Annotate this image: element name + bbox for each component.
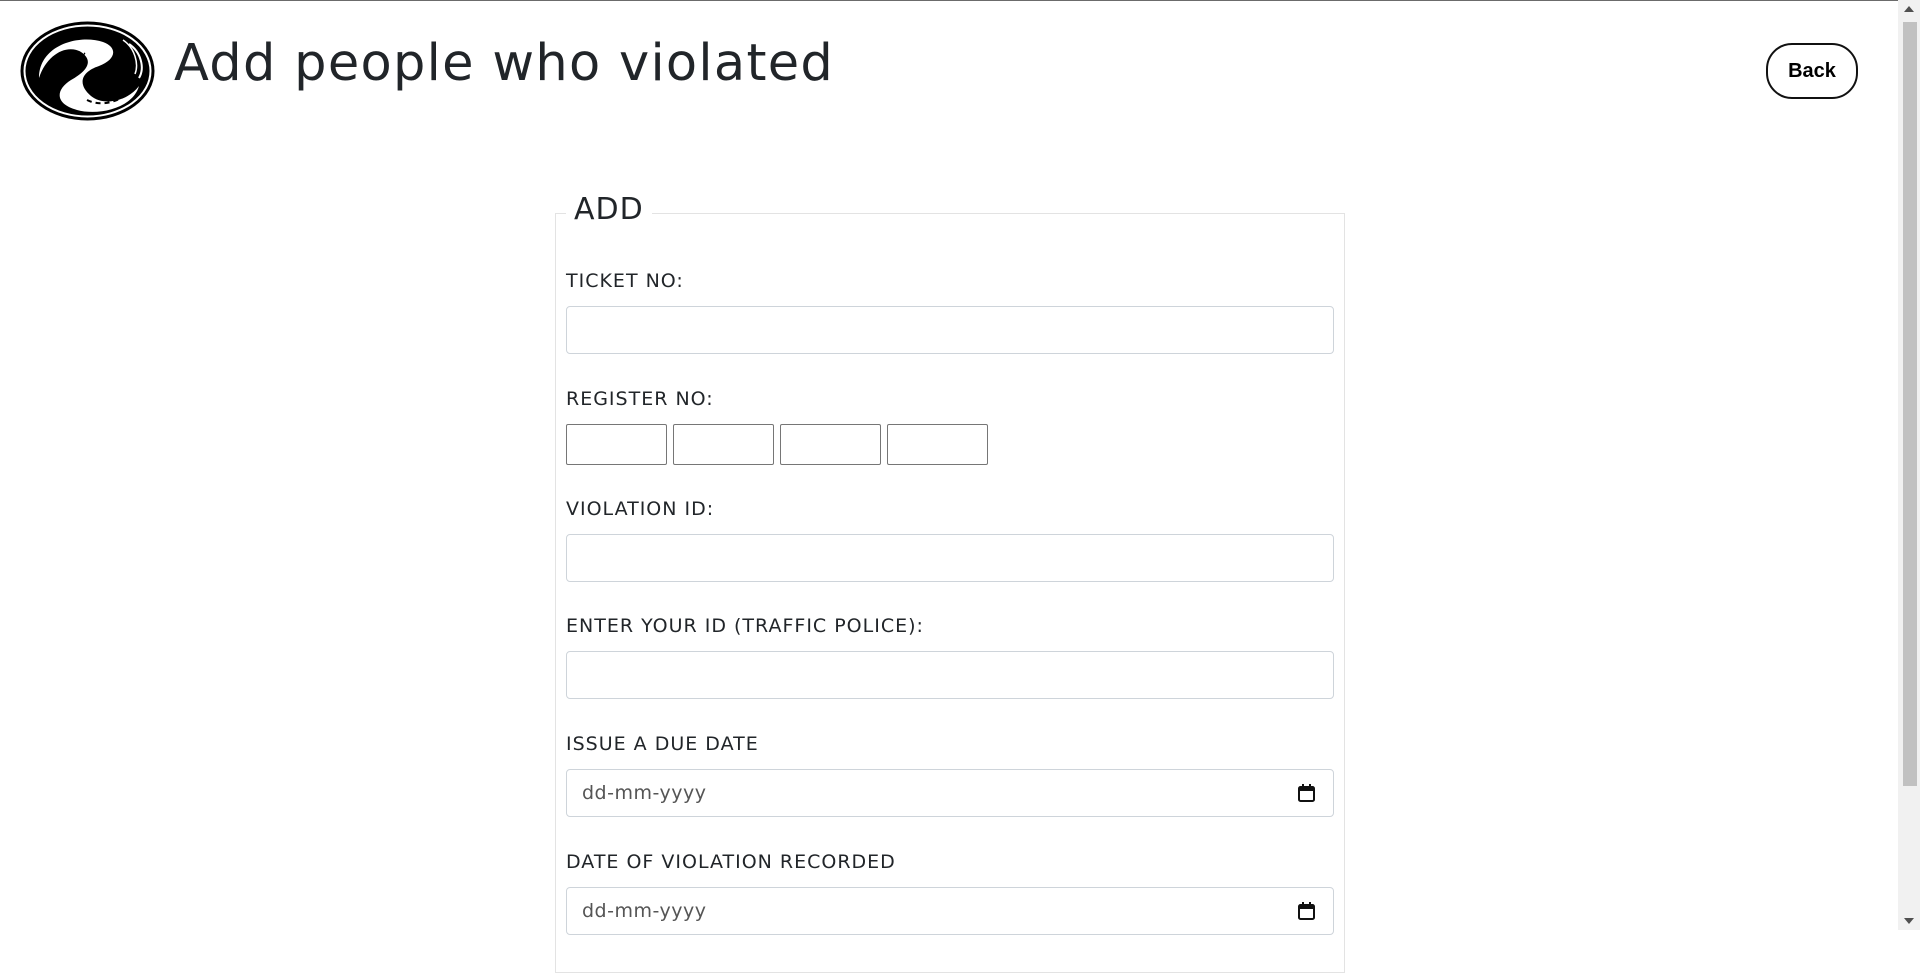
due-date-label: ISSUE A DUE DATE bbox=[566, 733, 759, 755]
officer-id-label: ENTER YOUR ID (TRAFFIC POLICE): bbox=[566, 615, 924, 637]
calendar-icon[interactable] bbox=[1298, 784, 1315, 802]
register-no-part-1-input[interactable] bbox=[566, 424, 667, 465]
scroll-down-arrow-icon[interactable] bbox=[1904, 918, 1914, 924]
page-header: Add people who violated Back bbox=[0, 0, 1898, 140]
violation-date-placeholder: dd-mm-yyyy bbox=[582, 900, 707, 922]
violation-date-label: DATE OF VIOLATION RECORDED bbox=[566, 851, 896, 873]
due-date-input[interactable]: dd-mm-yyyy bbox=[566, 769, 1334, 817]
ticket-no-input[interactable] bbox=[566, 306, 1334, 354]
register-no-part-4-input[interactable] bbox=[887, 424, 988, 465]
register-no-label: REGISTER NO: bbox=[566, 388, 714, 410]
violation-date-input[interactable]: dd-mm-yyyy bbox=[566, 887, 1334, 935]
due-date-placeholder: dd-mm-yyyy bbox=[582, 782, 707, 804]
ticket-no-label: TICKET NO: bbox=[566, 270, 684, 292]
officer-id-input[interactable] bbox=[566, 651, 1334, 699]
vertical-scrollbar[interactable] bbox=[1898, 0, 1920, 930]
fieldset-legend: ADD bbox=[566, 192, 652, 227]
back-button[interactable]: Back bbox=[1766, 43, 1858, 99]
calendar-icon[interactable] bbox=[1298, 902, 1315, 920]
road-s-logo-icon bbox=[20, 21, 155, 121]
violation-id-input[interactable] bbox=[566, 534, 1334, 582]
scroll-up-arrow-icon[interactable] bbox=[1904, 6, 1914, 12]
violation-id-label: VIOLATION ID: bbox=[566, 498, 715, 520]
register-no-part-3-input[interactable] bbox=[780, 424, 881, 465]
page-title: Add people who violated bbox=[174, 34, 835, 93]
scrollbar-thumb[interactable] bbox=[1903, 22, 1917, 786]
register-no-part-2-input[interactable] bbox=[673, 424, 774, 465]
